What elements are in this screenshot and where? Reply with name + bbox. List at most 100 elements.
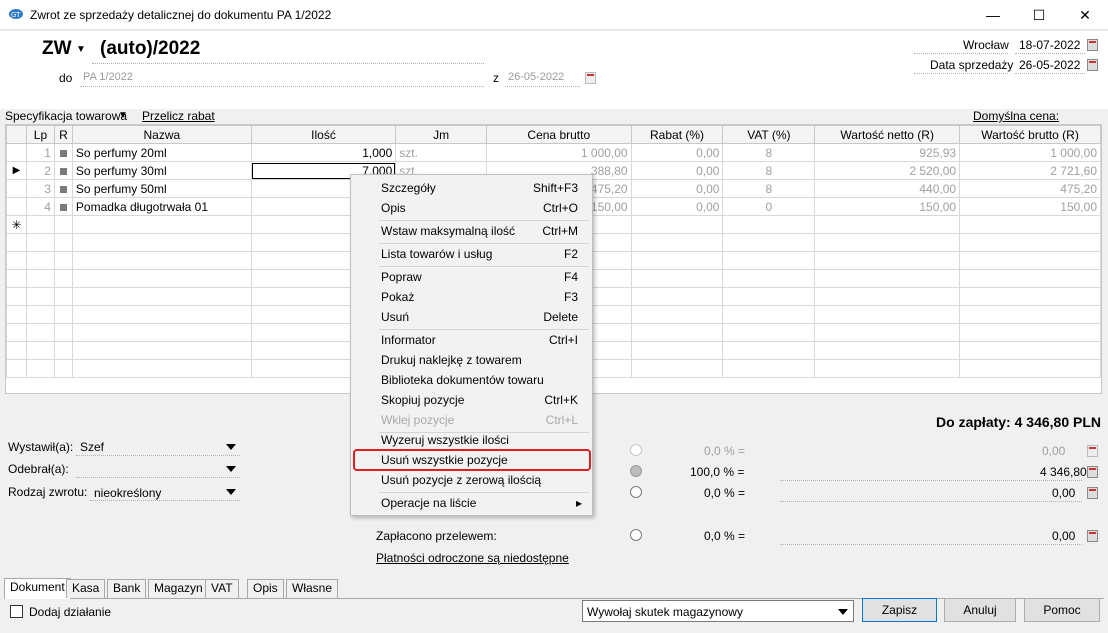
menu-item-delete[interactable]: Usuń Delete: [351, 307, 592, 327]
calculator-icon[interactable]: [1087, 466, 1098, 478]
chevron-down-icon[interactable]: [226, 489, 236, 495]
menu-item-insert-max-qty[interactable]: Wstaw maksymalną ilość Ctrl+M: [351, 221, 592, 241]
empty-cell: [71, 269, 252, 288]
name-cell[interactable]: So perfumy 50ml: [71, 179, 252, 198]
spec-dropdown[interactable]: Specyfikacja towarowa: [5, 109, 127, 123]
menu-item-edit[interactable]: Popraw F4: [351, 267, 592, 287]
payment-radio[interactable]: [630, 465, 642, 477]
calculator-icon[interactable]: [1087, 530, 1098, 542]
payment-amount[interactable]: 0,00: [1052, 486, 1075, 500]
menu-item-zero-quantities[interactable]: Wyzeruj wszystkie ilości: [351, 430, 592, 450]
column-header[interactable]: Jm: [395, 125, 487, 144]
empty-cell: [53, 269, 73, 288]
net-cell: 925,93: [814, 143, 961, 162]
menu-item-document-library[interactable]: Biblioteka dokumentów towaru: [351, 370, 592, 390]
maximize-button[interactable]: ☐: [1016, 0, 1062, 30]
qty-cell[interactable]: 1,000: [250, 143, 397, 162]
payment-radio[interactable]: [630, 529, 642, 541]
chevron-down-icon[interactable]: [838, 609, 848, 615]
menu-item-informator[interactable]: Informator Ctrl+I: [351, 330, 592, 350]
issued-by-value[interactable]: Szef: [80, 440, 104, 454]
menu-item-details[interactable]: Szczegóły Shift+F3: [351, 178, 592, 198]
sale-date-field[interactable]: 26-05-2022: [1019, 58, 1080, 72]
vat-cell: 8: [722, 161, 816, 180]
column-header[interactable]: Rabat (%): [630, 125, 724, 144]
column-header[interactable]: Cena brutto: [485, 125, 632, 144]
empty-cell: [6, 287, 27, 306]
empty-cell: [630, 233, 724, 252]
payment-radio[interactable]: [630, 486, 642, 498]
menu-item-label: Informator: [381, 333, 436, 347]
empty-cell: [25, 287, 55, 306]
sale-date-underline: [1015, 73, 1085, 74]
calendar-icon[interactable]: [1087, 39, 1098, 51]
r-cell: [53, 161, 73, 180]
menu-item-list-operations[interactable]: Operacje na liście ▸: [351, 493, 592, 513]
empty-cell: [25, 251, 55, 270]
name-cell[interactable]: Pomadka długotrwała 01: [71, 197, 252, 216]
column-header[interactable]: VAT (%): [722, 125, 816, 144]
app-icon: GT: [9, 9, 23, 19]
place-label: Wrocław: [963, 38, 1009, 52]
add-action-checkbox[interactable]: [10, 605, 23, 618]
payment-amount[interactable]: 0,00: [1052, 529, 1075, 543]
chevron-down-icon[interactable]: ▼: [76, 44, 86, 55]
menu-item-description[interactable]: Opis Ctrl+O: [351, 198, 592, 218]
chevron-down-icon[interactable]: [226, 444, 236, 450]
tab-kasa[interactable]: Kasa: [66, 579, 106, 598]
close-button[interactable]: ✕: [1062, 0, 1108, 30]
return-type-value[interactable]: nieokreślony: [94, 486, 161, 500]
row-indicator-header: [6, 125, 27, 144]
menu-item-copy-items[interactable]: Skopiuj pozycje Ctrl+K: [351, 390, 592, 410]
column-header[interactable]: Ilość: [250, 125, 397, 144]
tab-opis[interactable]: Opis: [247, 579, 284, 598]
empty-cell: [959, 287, 1101, 306]
tab-vat[interactable]: VAT: [205, 579, 239, 598]
tab-bank[interactable]: Bank: [107, 579, 147, 598]
deferred-payments-link[interactable]: Płatności odroczone są niedostępne: [376, 551, 569, 565]
header-row: Lp R Nazwa Ilość Jm Cena brutto Rabat (%…: [6, 125, 1101, 144]
column-header[interactable]: Lp: [25, 125, 55, 144]
menu-item-delete-zero-items[interactable]: Usuń pozycje z zerową ilością: [351, 470, 592, 490]
net-cell: 150,00: [814, 197, 961, 216]
discount-cell: 0,00: [630, 197, 724, 216]
menu-item-show[interactable]: Pokaż F3: [351, 287, 592, 307]
name-cell[interactable]: So perfumy 30ml: [71, 161, 252, 180]
menu-item-label: Popraw: [381, 270, 422, 284]
column-header[interactable]: Wartość brutto (R): [959, 125, 1101, 144]
empty-cell: [959, 233, 1101, 252]
empty-cell: [6, 251, 27, 270]
empty-cell: [25, 323, 55, 342]
row-indicator: [6, 179, 27, 198]
column-header[interactable]: Wartość netto (R): [814, 125, 961, 144]
calculator-icon[interactable]: [1087, 487, 1098, 499]
empty-cell: [53, 359, 73, 378]
recalc-discount-link[interactable]: Przelicz rabat: [142, 109, 215, 123]
save-button[interactable]: Zapisz: [862, 598, 937, 622]
column-header[interactable]: R: [53, 125, 73, 144]
empty-cell: [814, 287, 961, 306]
chevron-down-icon[interactable]: [226, 466, 236, 472]
payment-amount[interactable]: 4 346,80: [1040, 465, 1087, 479]
name-cell[interactable]: So perfumy 20ml: [71, 143, 252, 162]
document-number[interactable]: (auto)/2022: [100, 38, 200, 60]
menu-item-goods-list[interactable]: Lista towarów i usług F2: [351, 244, 592, 264]
source-document-field[interactable]: PA 1/2022: [83, 71, 133, 83]
cancel-button[interactable]: Anuluj: [944, 598, 1016, 622]
help-button[interactable]: Pomoc: [1024, 598, 1100, 622]
issue-date-field[interactable]: 18-07-2022: [1019, 38, 1080, 52]
source-date-field[interactable]: 26-05-2022: [508, 71, 564, 83]
minimize-button[interactable]: —: [970, 0, 1016, 30]
calendar-icon[interactable]: [1087, 59, 1098, 71]
tab-magazyn[interactable]: Magazyn: [148, 579, 209, 598]
menu-item-print-label[interactable]: Drukuj naklejkę z towarem: [351, 350, 592, 370]
payment-radio[interactable]: [630, 444, 642, 456]
column-header[interactable]: Nazwa: [71, 125, 252, 144]
return-type-label: Rodzaj zwrotu:: [8, 485, 88, 499]
table-row[interactable]: 1 So perfumy 20ml 1,000 szt. 1 000,00 0,…: [6, 143, 1101, 162]
document-prefix[interactable]: ZW: [42, 38, 72, 60]
tab-wlasne[interactable]: Własne: [286, 579, 339, 598]
chevron-down-icon[interactable]: ▼: [118, 110, 128, 121]
tab-dokument[interactable]: Dokument: [4, 578, 71, 599]
empty-cell: [25, 269, 55, 288]
